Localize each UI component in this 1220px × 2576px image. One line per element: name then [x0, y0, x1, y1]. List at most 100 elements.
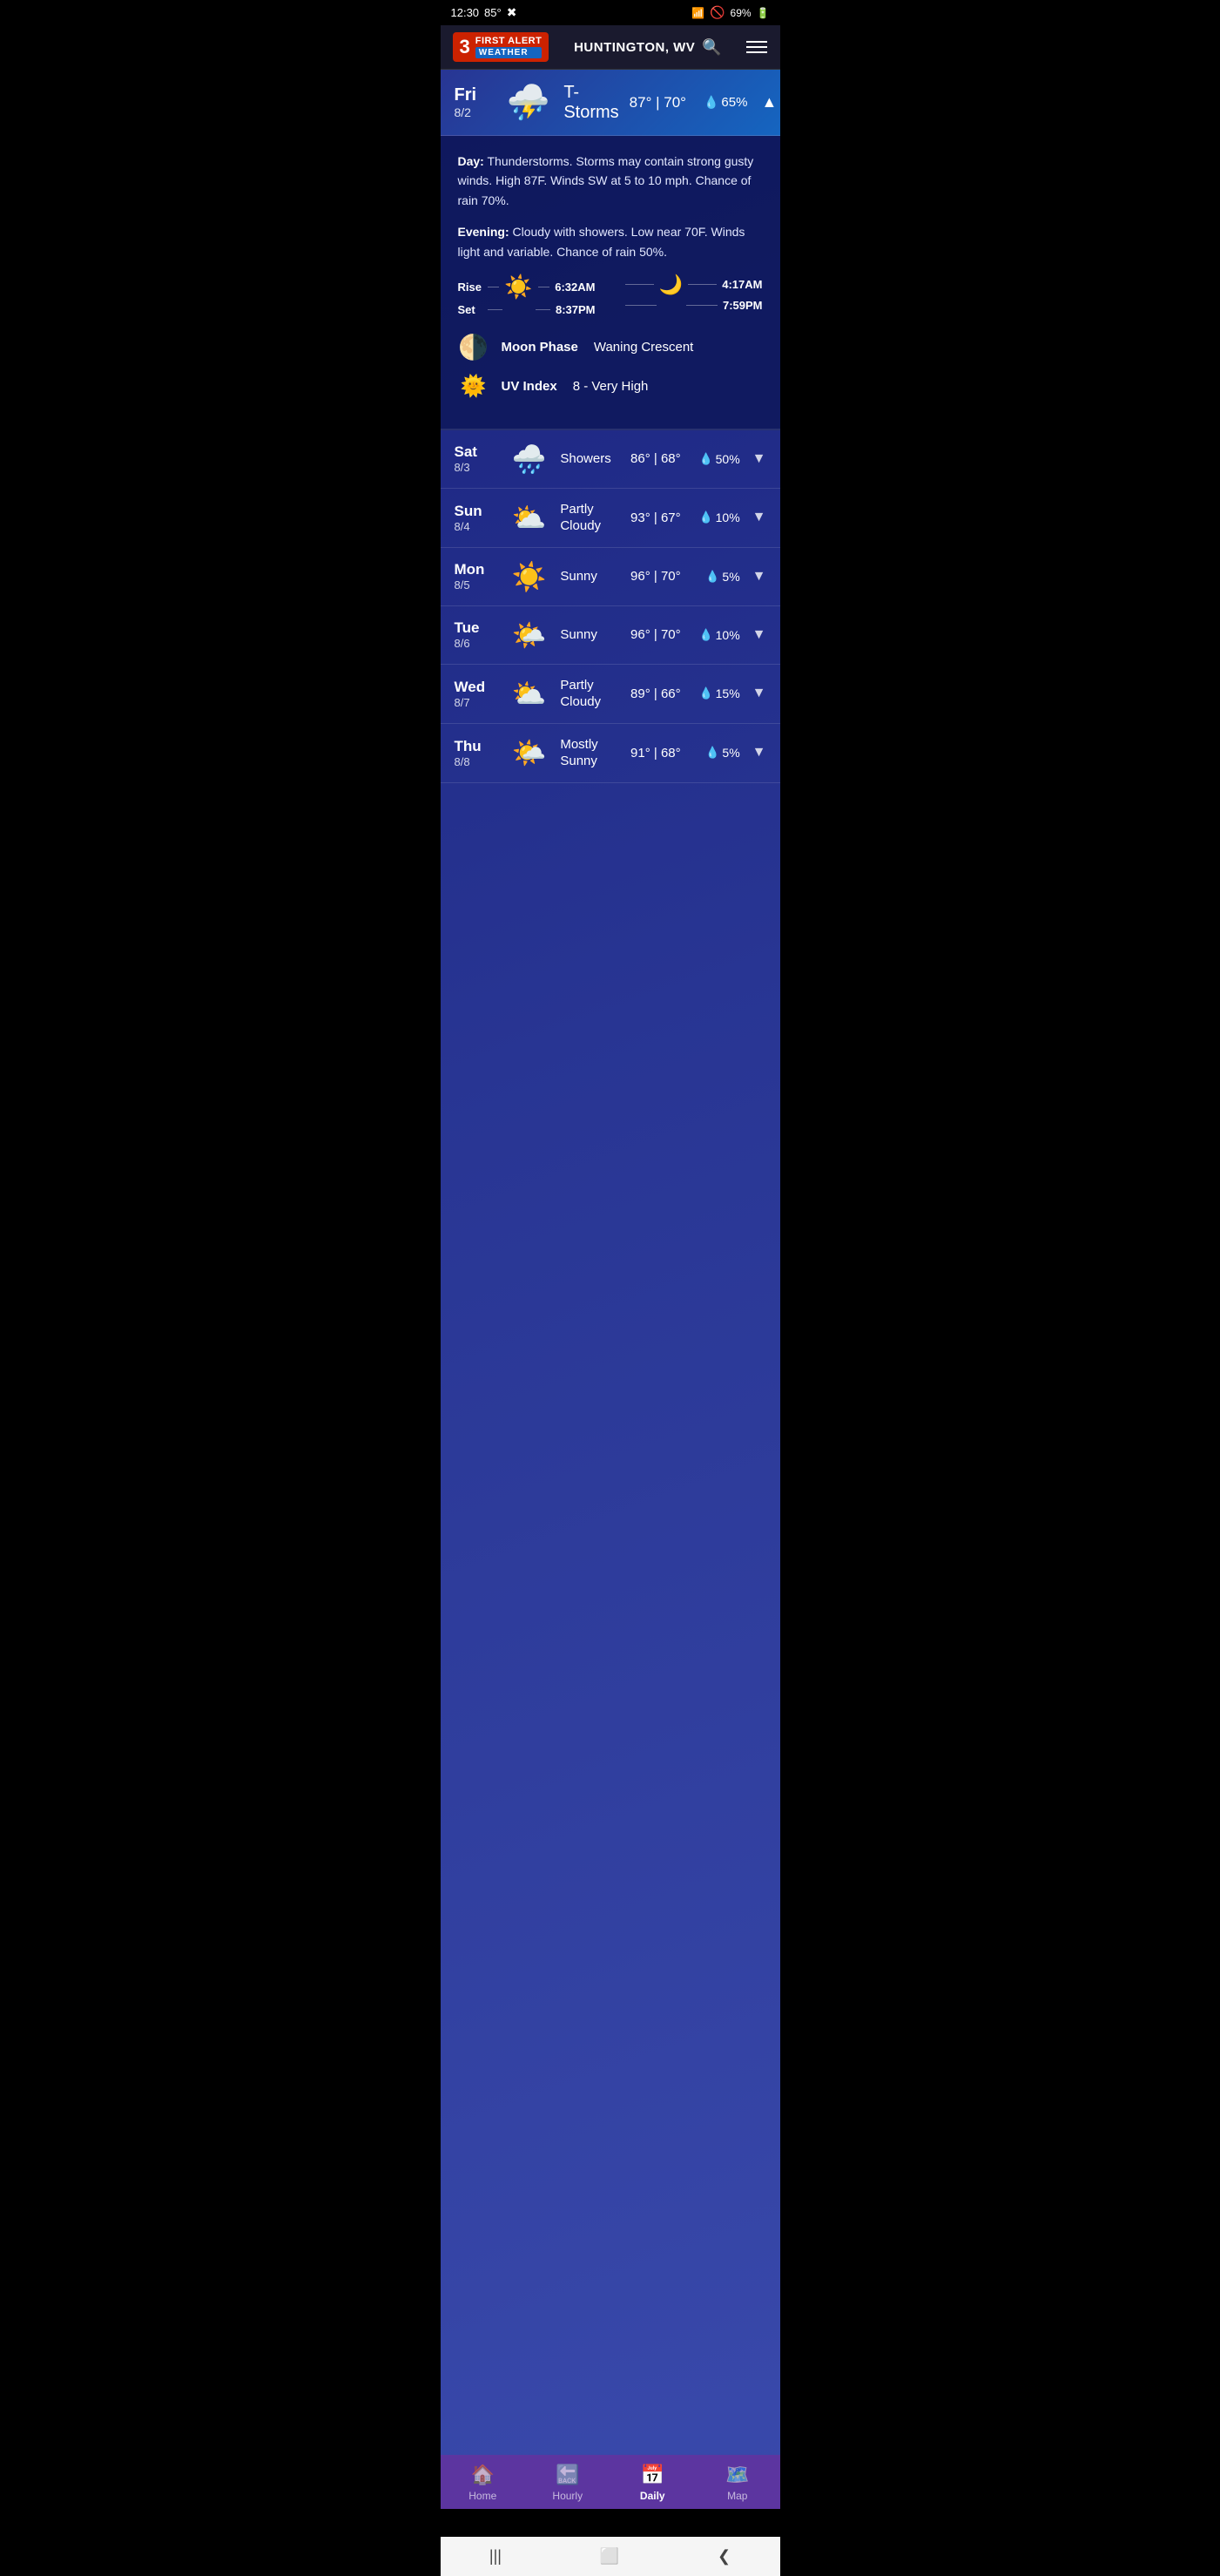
status-left: 12:30 85° ✖ — [451, 5, 517, 20]
featured-temp-range: 87° | 70° — [630, 94, 686, 112]
sun-line-4 — [536, 309, 550, 310]
forecast-row[interactable]: Tue 8/6 🌤️ Sunny 96° | 70° 💧 10% ▼ — [441, 606, 780, 665]
dnd-icon: 🚫 — [710, 5, 725, 20]
forecast-weather-icon: ☀️ — [512, 560, 547, 593]
uv-value: 8 - Very High — [573, 379, 649, 394]
featured-chevron-up-icon[interactable]: ▲ — [761, 93, 777, 112]
forecast-day-label: Sun 8/4 — [455, 503, 498, 533]
forecast-chevron-down-icon: ▼ — [752, 745, 766, 761]
nav-hourly-icon: 🔙 — [556, 2464, 579, 2486]
forecast-day-date: 8/5 — [455, 578, 498, 592]
set-label: Set — [458, 303, 482, 316]
nav-item-daily[interactable]: 📅 Daily — [622, 2464, 683, 2502]
precip-drop-icon: 💧 — [704, 95, 718, 110]
forecast-row[interactable]: Mon 8/5 ☀️ Sunny 96° | 70° 💧 5% ▼ — [441, 548, 780, 606]
forecast-precip: 💧 50% — [697, 452, 740, 466]
status-right: 📶 🚫 69% 🔋 — [691, 5, 769, 20]
app-logo: 3 FIRST ALERT WEATHER — [453, 32, 549, 62]
forecast-chevron-down-icon: ▼ — [752, 510, 766, 525]
forecast-day-name: Sun — [455, 503, 498, 520]
precip-drop-icon: 💧 — [705, 746, 719, 760]
featured-weather-icon: ⛈️ — [507, 82, 550, 123]
forecast-row[interactable]: Thu 8/8 🌤️ Mostly Sunny 91° | 68° 💧 5% ▼ — [441, 724, 780, 783]
forecast-temp-range: 89° | 66° — [630, 686, 681, 701]
forecast-weather-icon: 🌤️ — [512, 736, 547, 769]
forecast-condition: Showers — [560, 450, 622, 468]
moon-line-3 — [625, 305, 657, 306]
forecast-chevron-down-icon: ▼ — [752, 569, 766, 585]
featured-precip-pct: 65% — [721, 95, 747, 110]
forecast-temp-range: 96° | 70° — [630, 569, 681, 584]
status-bar: 12:30 85° ✖ 📶 🚫 69% 🔋 — [441, 0, 780, 25]
moon-line-2 — [688, 284, 717, 285]
logo-weather: WEATHER — [475, 47, 543, 58]
moon-line — [625, 284, 654, 285]
moon-phase-label: Moon Phase — [502, 340, 578, 355]
forecast-condition: Sunny — [560, 626, 622, 644]
forecast-temp-range: 86° | 68° — [630, 451, 681, 466]
sun-rise-row: Rise ☀️ 6:32AM — [458, 274, 596, 301]
nav-map-icon: 🗺️ — [725, 2464, 749, 2486]
forecast-row[interactable]: Sat 8/3 🌧️ Showers 86° | 68° 💧 50% ▼ — [441, 430, 780, 489]
forecast-row[interactable]: Sun 8/4 ⛅ Partly Cloudy 93° | 67° 💧 10% … — [441, 489, 780, 548]
sun-icon: ☀️ — [504, 274, 532, 301]
forecast-day-date: 8/7 — [455, 696, 498, 709]
forecast-precip: 💧 10% — [697, 628, 740, 642]
android-back-btn[interactable]: ❮ — [718, 2547, 731, 2566]
moon-icon: 🌙 — [659, 274, 683, 296]
logo-text: FIRST ALERT WEATHER — [475, 36, 543, 57]
precip-drop-icon: 💧 — [705, 570, 719, 584]
menu-button[interactable] — [746, 41, 767, 53]
android-home-btn[interactable]: ⬜ — [600, 2547, 619, 2566]
precip-drop-icon: 💧 — [698, 510, 712, 524]
nav-item-home[interactable]: 🏠 Home — [452, 2464, 513, 2502]
forecast-row[interactable]: Wed 8/7 ⛅ Partly Cloudy 89° | 66° 💧 15% … — [441, 665, 780, 724]
wifi-icon: 📶 — [691, 7, 704, 19]
hamburger-line-3 — [746, 51, 767, 53]
nav-map-label: Map — [727, 2490, 747, 2502]
forecast-precip-pct: 5% — [722, 746, 739, 760]
nav-item-hourly[interactable]: 🔙 Hourly — [537, 2464, 598, 2502]
notification-icon: ✖ — [507, 5, 517, 20]
uv-index-row: 🌞 UV Index 8 - Very High — [458, 374, 763, 399]
android-menu-btn[interactable]: ||| — [489, 2547, 502, 2566]
moon-phase-icon: 🌗 — [458, 333, 489, 362]
moon-col: 🌙 4:17AM 7:59PM — [625, 274, 763, 319]
forecast-precip-pct: 10% — [716, 628, 740, 642]
forecast-day-name: Wed — [455, 679, 498, 696]
time-display: 12:30 — [451, 6, 480, 19]
uv-label: UV Index — [502, 379, 557, 394]
featured-high: 87° — [630, 94, 652, 111]
forecast-day-name: Mon — [455, 561, 498, 578]
nav-daily-label: Daily — [640, 2490, 665, 2502]
forecast-day-date: 8/4 — [455, 520, 498, 533]
moon-rise-row: 🌙 4:17AM — [625, 274, 763, 296]
forecast-day-name: Thu — [455, 738, 498, 755]
evening-description: Evening: Cloudy with showers. Low near 7… — [458, 222, 763, 261]
hamburger-line-1 — [746, 41, 767, 43]
sunset-time: 8:37PM — [556, 303, 596, 316]
nav-item-map[interactable]: 🗺️ Map — [707, 2464, 768, 2502]
moon-phase-row: 🌗 Moon Phase Waning Crescent — [458, 333, 763, 362]
forecast-condition: Partly Cloudy — [560, 501, 622, 535]
featured-day-date: 8/2 — [455, 105, 493, 119]
hamburger-line-2 — [746, 46, 767, 48]
forecast-weather-icon: 🌧️ — [512, 443, 547, 476]
forecast-condition: Mostly Sunny — [560, 736, 622, 770]
sunrise-time: 6:32AM — [555, 281, 595, 294]
bottom-nav: 🏠 Home 🔙 Hourly 📅 Daily 🗺️ Map — [441, 2455, 780, 2509]
moonrise-time: 4:17AM — [722, 278, 762, 291]
uv-icon: 🌞 — [458, 374, 489, 399]
search-button[interactable]: 🔍 — [702, 38, 721, 57]
featured-day-row[interactable]: Fri 8/2 ⛈️ T-Storms 87° | 70° 💧 65% ▲ — [441, 70, 780, 136]
forecast-day-date: 8/6 — [455, 637, 498, 650]
detail-panel: Day: Thunderstorms. Storms may contain s… — [441, 136, 780, 430]
forecast-weather-icon: ⛅ — [512, 677, 547, 710]
forecast-temp-range: 96° | 70° — [630, 627, 681, 642]
forecast-condition: Partly Cloudy — [560, 677, 622, 711]
featured-low: 70° — [664, 94, 686, 111]
android-nav-bar: ||| ⬜ ❮ — [441, 2537, 780, 2576]
rise-label: Rise — [458, 281, 482, 294]
day-label: Day: — [458, 154, 484, 168]
forecast-precip: 💧 5% — [697, 746, 740, 760]
